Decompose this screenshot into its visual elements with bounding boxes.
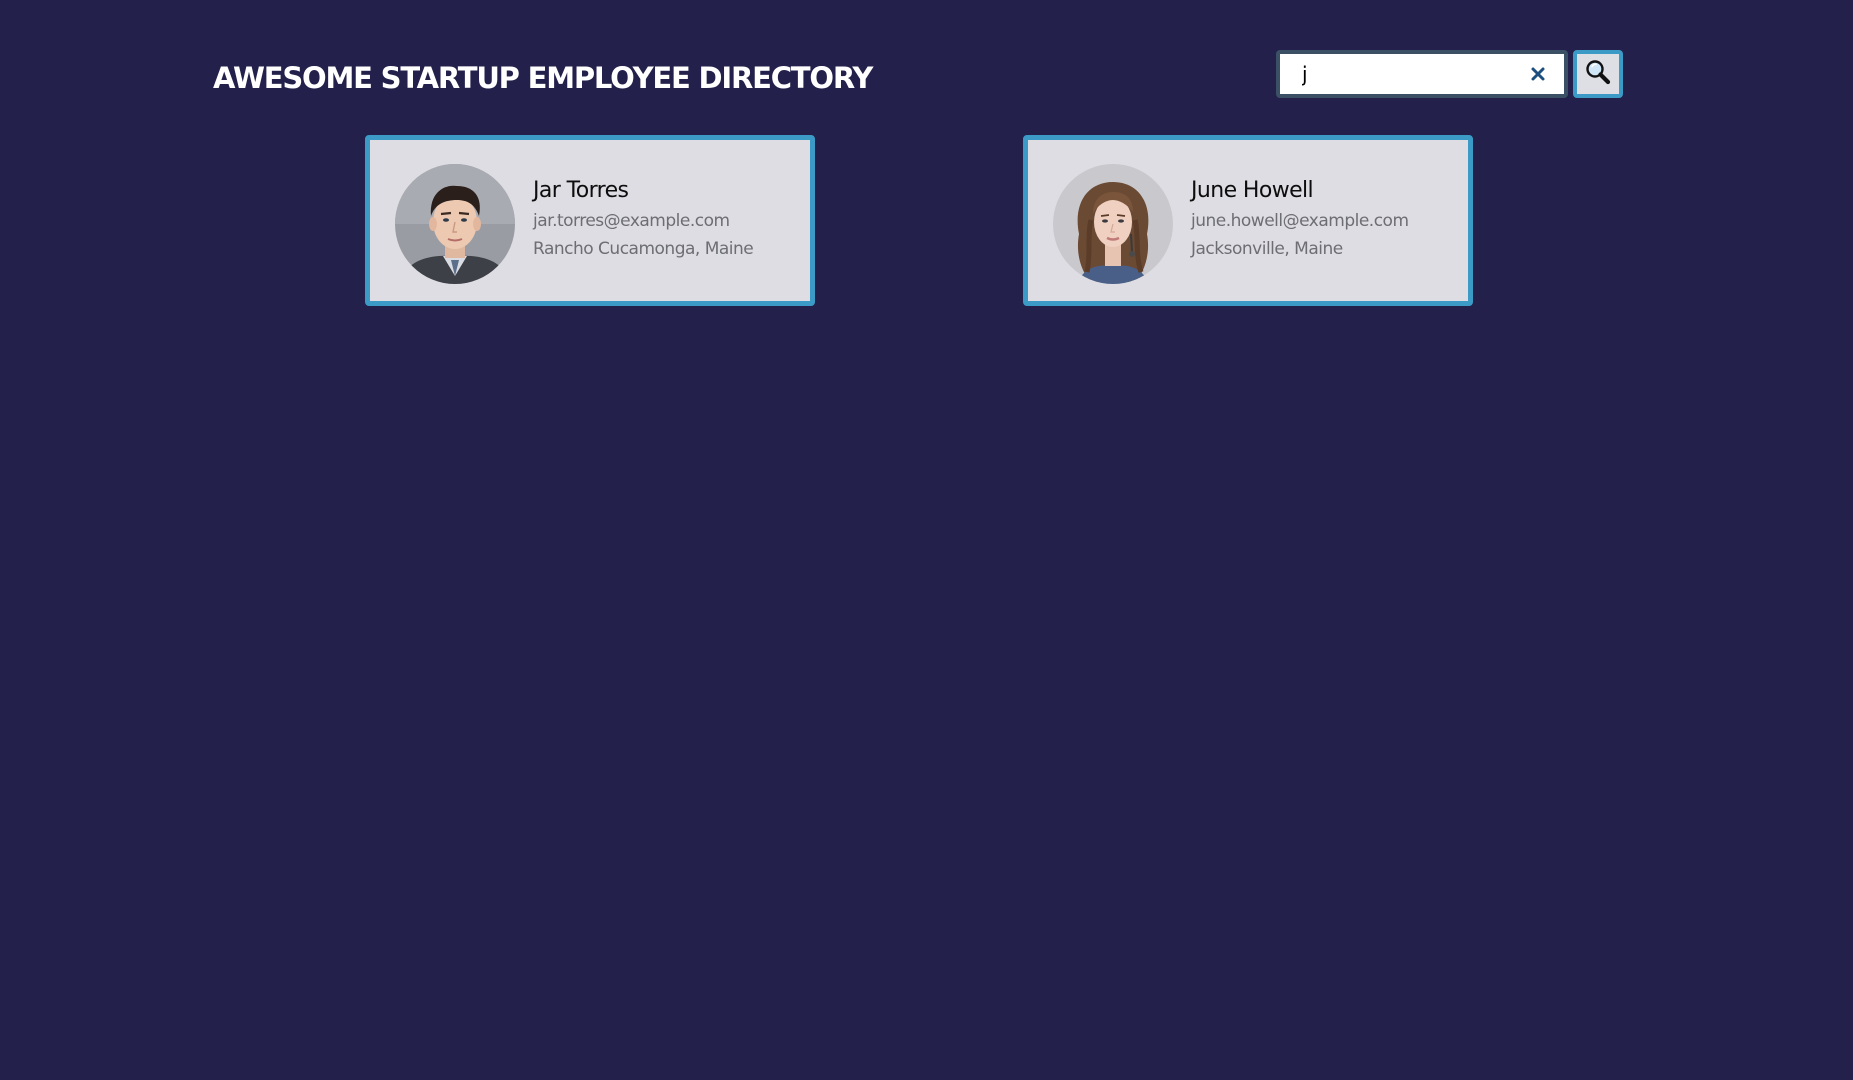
avatar [395,164,515,284]
page-header: AWESOME STARTUP EMPLOYEE DIRECTORY [0,0,1853,130]
search-input[interactable] [1290,58,1522,90]
employee-location: Rancho Cucamonga, Maine [533,239,754,259]
employee-card[interactable]: June Howell june.howell@example.com Jack… [1023,135,1473,306]
employee-name: June Howell [1191,178,1314,203]
employee-name: Jar Torres [533,178,629,203]
employee-info: Jar Torres jar.torres@example.com Rancho… [533,177,813,263]
employee-location: Jacksonville, Maine [1191,239,1343,259]
employee-info: June Howell june.howell@example.com Jack… [1191,177,1471,263]
search-button[interactable] [1573,50,1623,98]
page-title: AWESOME STARTUP EMPLOYEE DIRECTORY [213,61,873,95]
employee-card[interactable]: Jar Torres jar.torres@example.com Rancho… [365,135,815,306]
search-icon [1584,58,1612,90]
close-icon[interactable] [1526,62,1550,86]
search-box [1276,50,1568,98]
employee-email: jar.torres@example.com [533,211,730,231]
avatar [1053,164,1173,284]
employee-email: june.howell@example.com [1191,211,1409,231]
